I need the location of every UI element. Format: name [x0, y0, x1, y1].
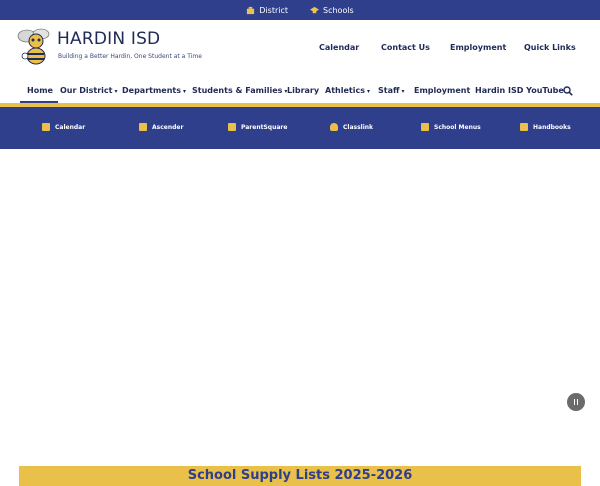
quick-link-contact-us[interactable]: Contact Us: [381, 43, 430, 52]
quick-access-parentsquare[interactable]: ParentSquare: [228, 123, 287, 131]
nav-item-students-families[interactable]: Students & Families ▾: [192, 86, 287, 95]
chevron-down-icon: ▾: [183, 88, 187, 95]
nav-label: Hardin ISD YouTube: [475, 86, 564, 95]
quick-links-menu[interactable]: Quick Links: [524, 43, 576, 52]
pause-icon-bar: [576, 399, 579, 405]
parentsquare-icon: [228, 123, 236, 131]
nav-item-youtube[interactable]: Hardin ISD YouTube: [475, 86, 564, 95]
slider-pause-button[interactable]: [567, 393, 585, 411]
chevron-down-icon: ▾: [366, 88, 370, 95]
hornet-mascot-logo[interactable]: [16, 26, 52, 66]
topbar-schools-label: Schools: [323, 5, 354, 15]
site-tagline: Building a Better Hardin, One Student at…: [58, 53, 202, 60]
nav-label: Staff: [378, 86, 400, 95]
quick-access-label: Handbooks: [533, 123, 571, 131]
ascender-icon: [139, 123, 147, 131]
nav-item-athletics[interactable]: Athletics ▾: [325, 86, 370, 95]
hero-slider: [0, 149, 600, 459]
nav-label: Our District: [60, 86, 113, 95]
nav-item-staff[interactable]: Staff ▾: [378, 86, 404, 95]
main-navigation: Home Our District ▾ Departments ▾ Students…: [0, 82, 600, 102]
quick-access-label: ParentSquare: [241, 123, 288, 131]
nav-label: Employment: [414, 86, 471, 95]
nav-item-employment[interactable]: Employment: [414, 86, 470, 95]
nav-item-our-district[interactable]: Our District ▾: [60, 86, 117, 95]
quick-access-label: School Menus: [434, 123, 481, 131]
nav-item-home[interactable]: Home: [27, 86, 53, 95]
site-title[interactable]: HARDIN ISD: [57, 29, 160, 49]
calendar-icon: [42, 123, 50, 131]
chevron-down-icon: ▾: [114, 88, 118, 95]
quick-access-ascender[interactable]: Ascender: [139, 123, 183, 131]
nav-item-departments[interactable]: Departments ▾: [122, 86, 186, 95]
topbar-district-label: District: [259, 5, 288, 15]
pause-icon: [573, 399, 576, 405]
quick-access-bar: Calendar Ascender ParentSquare Classlink…: [0, 107, 600, 149]
quick-link-employment[interactable]: Employment: [450, 43, 506, 52]
quick-access-handbooks[interactable]: Handbooks: [520, 123, 571, 131]
topbar-district-link[interactable]: District: [246, 6, 288, 15]
nav-label: Departments: [122, 86, 182, 95]
graduation-cap-icon: [310, 6, 319, 13]
nav-label: Students & Families: [192, 86, 283, 95]
quick-access-calendar[interactable]: Calendar: [42, 123, 85, 131]
nav-label: Athletics: [325, 86, 365, 95]
building-icon: [247, 6, 255, 14]
cloud-icon: [330, 123, 338, 131]
chevron-down-icon: ▾: [401, 88, 405, 95]
quick-link-calendar[interactable]: Calendar: [319, 43, 359, 52]
top-utility-bar: District Schools: [0, 0, 600, 20]
quick-access-label: Ascender: [152, 123, 184, 131]
supply-list-title: School Supply Lists 2025-2026: [187, 468, 413, 483]
topbar-schools-link[interactable]: Schools: [310, 6, 354, 15]
quick-access-school-menus[interactable]: School Menus: [421, 123, 481, 131]
nav-item-library[interactable]: Library: [287, 86, 319, 95]
nav-label: Library: [287, 86, 320, 95]
book-icon: [520, 123, 528, 131]
quick-access-label: Classlink: [343, 123, 374, 131]
utensils-icon: [421, 123, 429, 131]
nav-label: Home: [27, 86, 53, 95]
site-header: HARDIN ISD Building a Better Hardin, One…: [0, 20, 600, 80]
supply-list-banner[interactable]: School Supply Lists 2025-2026: [19, 466, 581, 486]
quick-access-label: Calendar: [55, 123, 86, 131]
search-icon[interactable]: [563, 86, 573, 96]
quick-access-classlink[interactable]: Classlink: [330, 123, 373, 131]
